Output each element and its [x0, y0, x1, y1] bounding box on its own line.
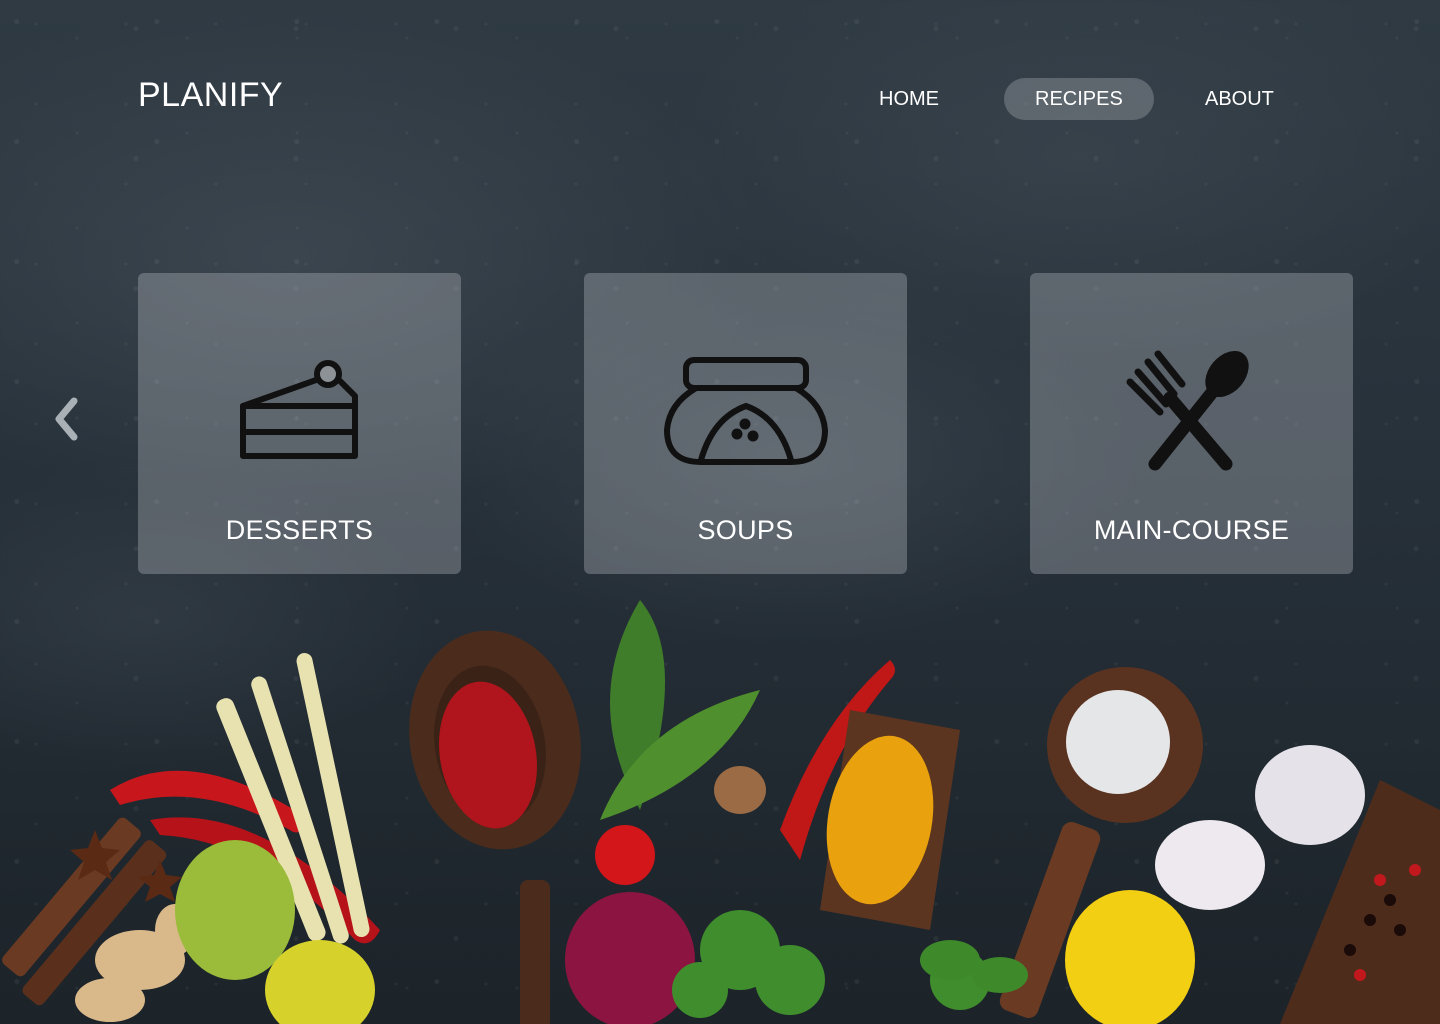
- nav-recipes-link[interactable]: RECIPES: [1004, 78, 1154, 120]
- nav-home-link[interactable]: HOME: [848, 78, 970, 120]
- spices-vegetables-image: [0, 580, 1440, 1024]
- category-card-main-course[interactable]: MAIN-COURSE: [1030, 273, 1353, 574]
- category-card-desserts[interactable]: DESSERTS: [138, 273, 461, 574]
- carousel-prev-button[interactable]: [50, 396, 84, 442]
- card-label-soups: SOUPS: [697, 515, 794, 545]
- soup-pot-icon: [584, 351, 907, 471]
- main-nav: HOME RECIPES ABOUT: [0, 78, 1440, 120]
- cake-slice-icon: [138, 351, 461, 471]
- nav-about-link[interactable]: ABOUT: [1174, 78, 1305, 120]
- category-card-soups[interactable]: SOUPS: [584, 273, 907, 574]
- site-header: PLANIFY HOME RECIPES ABOUT: [0, 0, 1440, 150]
- card-label-main-course: MAIN-COURSE: [1093, 515, 1290, 545]
- chevron-left-icon: [55, 397, 78, 441]
- fork-spoon-icon: [1030, 350, 1353, 471]
- card-label-desserts: DESSERTS: [225, 515, 374, 545]
